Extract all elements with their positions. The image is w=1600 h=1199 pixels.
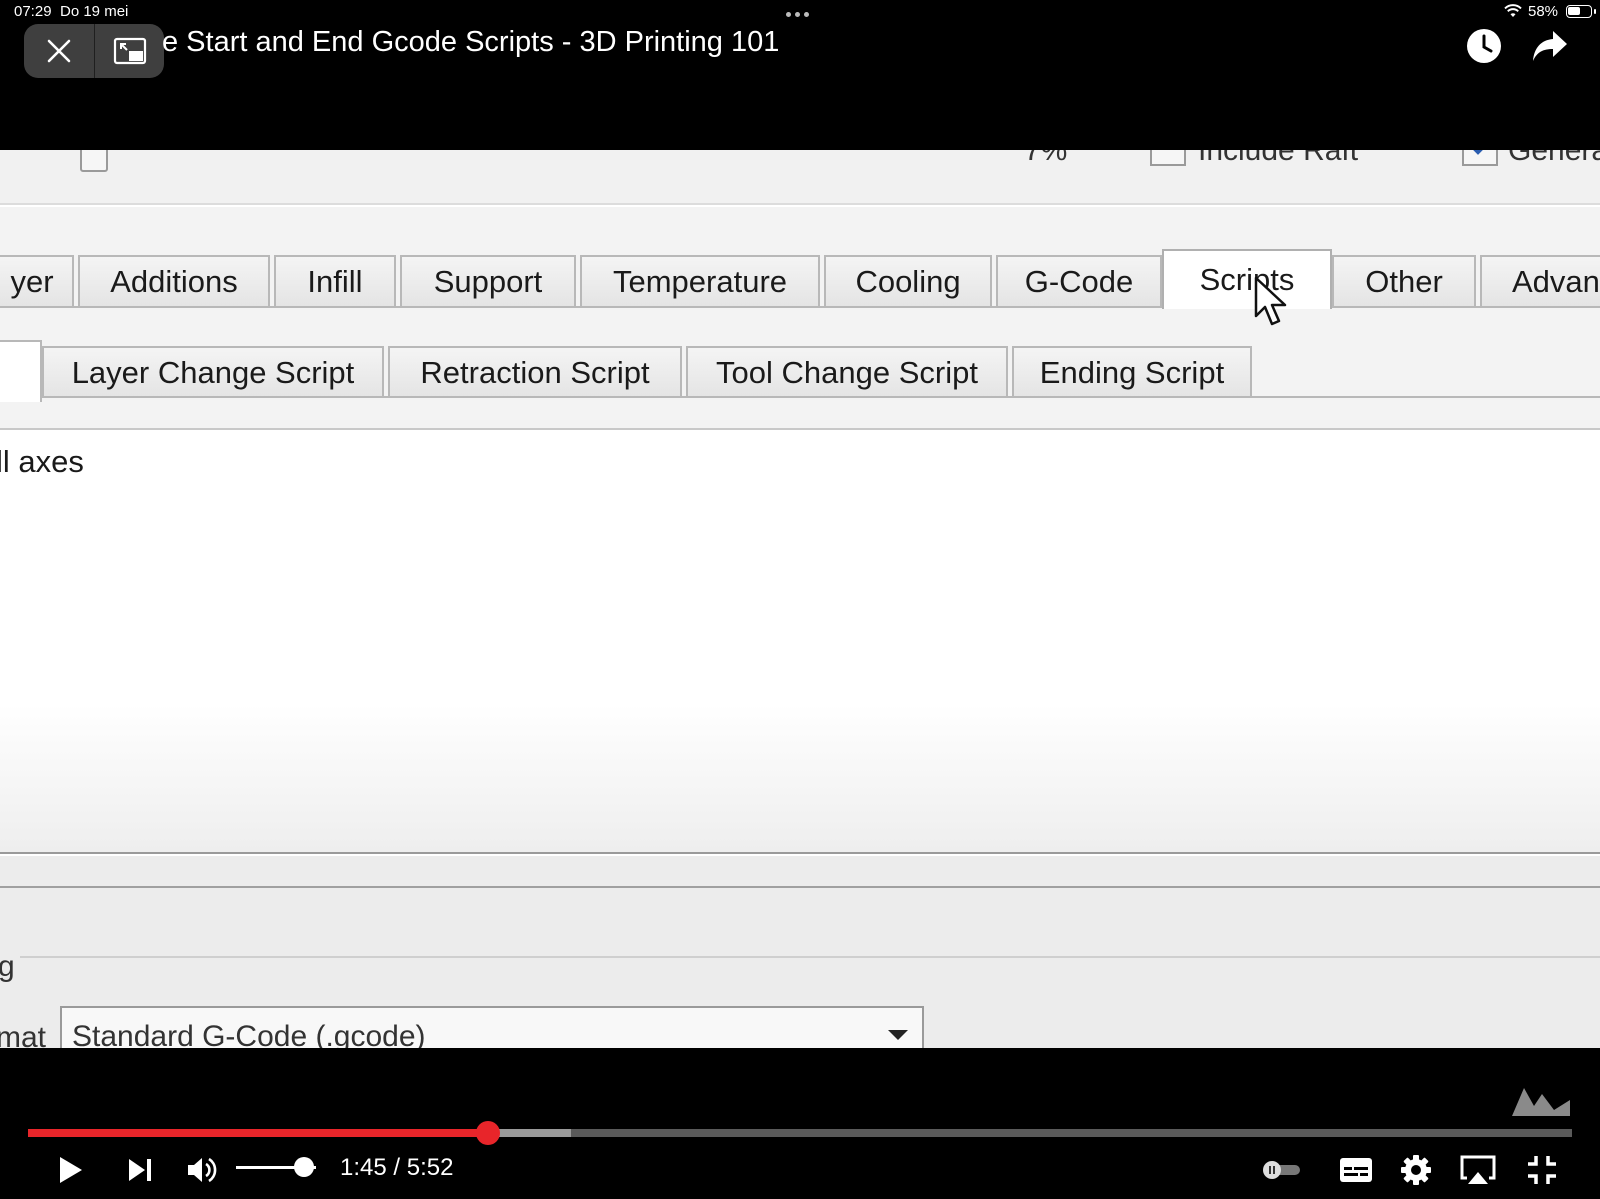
volume-icon[interactable]: [182, 1150, 222, 1190]
tab-gcode[interactable]: G-Code: [996, 255, 1162, 307]
cut-spinner: [80, 150, 108, 172]
next-icon[interactable]: [120, 1150, 160, 1190]
status-time: 07:29: [14, 3, 52, 20]
mouse-cursor-icon: [1254, 276, 1287, 326]
format-label: mat: [0, 1021, 47, 1048]
group-label: g: [0, 950, 15, 983]
raft-label: Include Raft: [1198, 150, 1359, 167]
script-editor[interactable]: ll axes: [0, 428, 1600, 854]
subtab-layer-change-script[interactable]: Layer Change Script: [42, 346, 384, 398]
played-bar: [28, 1129, 489, 1137]
cut-percent: 7%: [1024, 150, 1068, 167]
channel-watermark-icon[interactable]: [1510, 1080, 1572, 1120]
script-line: ll axes: [0, 444, 84, 479]
duration: 5:52: [406, 1154, 454, 1181]
battery-percent: 58%: [1528, 3, 1559, 20]
raft-checkbox[interactable]: [1150, 150, 1186, 166]
subtab-ending-script[interactable]: Ending Script: [1012, 346, 1252, 398]
exit-fullscreen-icon[interactable]: [1520, 1150, 1564, 1190]
progress-scrubber[interactable]: [476, 1121, 501, 1145]
progress-bar[interactable]: [28, 1121, 1572, 1145]
close-icon[interactable]: [24, 24, 94, 78]
multitasking-dots-icon[interactable]: [786, 12, 809, 17]
settings-tabs: yer Additions Infill Support Temperature…: [0, 249, 1600, 309]
picture-in-picture-icon[interactable]: [94, 24, 164, 78]
video-title: e Start and End Gcode Scripts - 3D Print…: [162, 26, 780, 58]
group-divider: [20, 956, 1600, 958]
play-icon[interactable]: [50, 1150, 90, 1190]
subtab-retraction-script[interactable]: Retraction Script: [388, 346, 682, 398]
panel-divider: [0, 886, 1600, 888]
tab-scripts[interactable]: Scripts: [1162, 249, 1332, 309]
tab-cooling[interactable]: Cooling: [824, 255, 992, 307]
subtabs-divider: [40, 396, 1600, 398]
airplay-icon[interactable]: [1456, 1150, 1500, 1190]
generate-checkbox[interactable]: [1462, 150, 1498, 166]
gcode-format-select[interactable]: Standard G-Code (.gcode): [60, 1006, 924, 1048]
wifi-icon: [1504, 4, 1522, 17]
subtab-starting-script[interactable]: [0, 340, 42, 402]
tab-advanced[interactable]: Advan: [1480, 255, 1600, 307]
tabs-divider: [0, 306, 1600, 308]
output-settings-panel: g mat Standard G-Code (.gcode): [0, 856, 1600, 1048]
script-subtabs: Layer Change Script Retraction Script To…: [0, 340, 1600, 402]
autoplay-toggle-icon[interactable]: [1258, 1150, 1306, 1190]
volume-knob[interactable]: [294, 1157, 314, 1177]
tab-other[interactable]: Other: [1332, 255, 1476, 307]
tab-layer[interactable]: yer: [0, 255, 74, 307]
generate-label: Genera: [1508, 150, 1600, 167]
tab-infill[interactable]: Infill: [274, 255, 396, 307]
time-separator: /: [386, 1154, 407, 1181]
settings-top-strip: 7% Include Raft Genera: [0, 150, 1600, 205]
video-frame[interactable]: 7% Include Raft Genera yer Additions Inf…: [0, 150, 1600, 1048]
time-display: 1:45 / 5:52: [340, 1154, 453, 1182]
status-date: Do 19 mei: [60, 3, 129, 20]
player-window-controls: [24, 24, 164, 78]
current-time: 1:45: [340, 1154, 387, 1181]
settings-tab-area: [0, 207, 1600, 457]
tab-support[interactable]: Support: [400, 255, 576, 307]
captions-icon[interactable]: [1334, 1150, 1378, 1190]
status-bar: 07:29 Do 19 mei 58%: [0, 0, 1600, 26]
tab-additions[interactable]: Additions: [78, 255, 270, 307]
clock-icon[interactable]: [1464, 26, 1504, 66]
subtab-tool-change-script[interactable]: Tool Change Script: [686, 346, 1008, 398]
battery-icon: [1566, 5, 1596, 18]
settings-gear-icon[interactable]: [1394, 1150, 1438, 1190]
chevron-down-icon: [888, 1030, 908, 1040]
tab-temperature[interactable]: Temperature: [580, 255, 820, 307]
gcode-format-value: Standard G-Code (.gcode): [72, 1020, 426, 1048]
share-arrow-icon[interactable]: [1530, 26, 1570, 66]
